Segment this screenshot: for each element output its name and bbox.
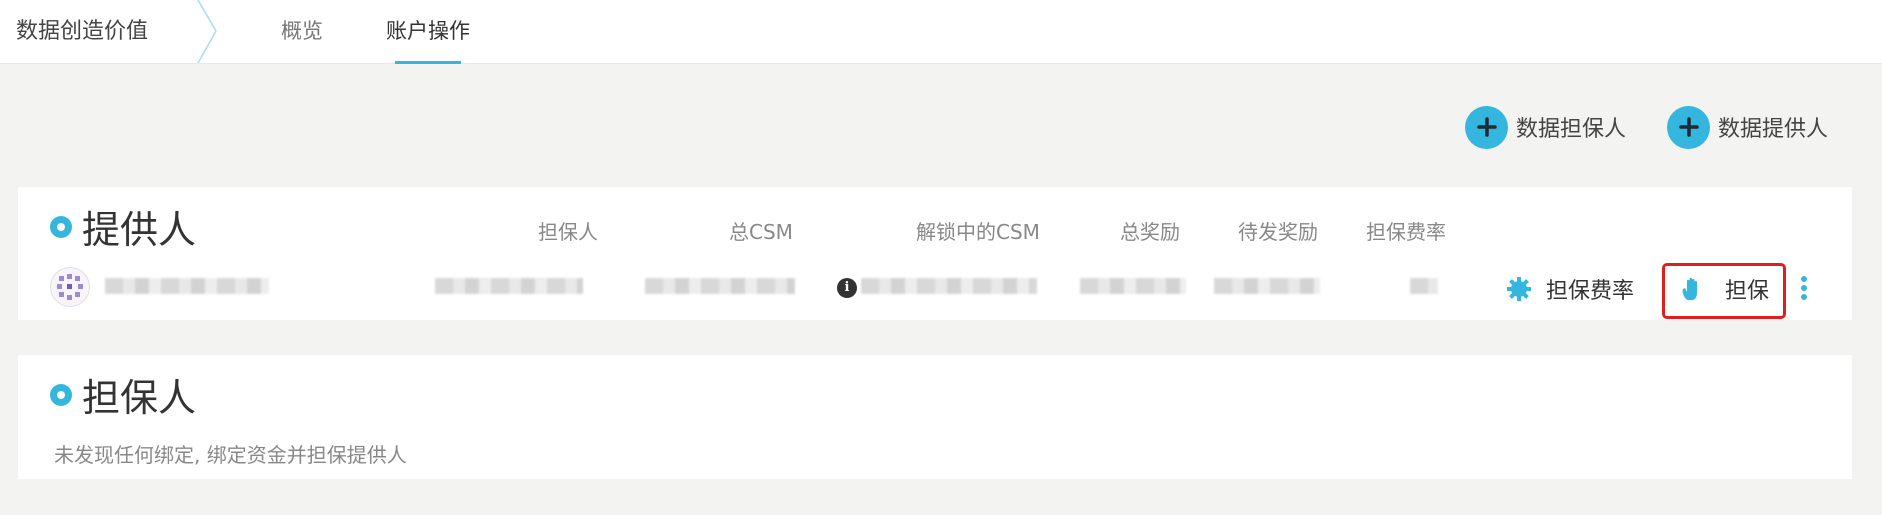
active-tab-indicator (395, 61, 461, 64)
info-icon[interactable]: i (837, 278, 857, 298)
providers-panel: 提供人 担保人 总CSM 解锁中的CSM 总奖励 待发奖励 担保费率 i 担保费… (18, 187, 1852, 320)
column-header-unlocking-csm: 解锁中的CSM (916, 220, 1040, 244)
guarantee-rate-button[interactable]: 担保费率 (1506, 271, 1634, 307)
guarantee-rate-label: 担保费率 (1546, 279, 1635, 304)
empty-state-message: 未发现任何绑定, 绑定资金并担保提供人 (54, 443, 407, 467)
avatar (50, 267, 90, 307)
providers-heading: 提供人 (50, 199, 196, 254)
tab-overview[interactable]: 概览 (281, 0, 323, 63)
guarantors-heading: 担保人 (50, 367, 196, 422)
highlight-box (1662, 263, 1786, 319)
guarantee-rate-value-redacted (1410, 278, 1438, 294)
column-header-pending-reward: 待发奖励 (1238, 220, 1318, 244)
top-nav: 数据创造价值 概览 账户操作 (0, 0, 1882, 64)
provider-address-redacted (105, 278, 269, 294)
add-guarantor-label: 数据担保人 (1516, 117, 1627, 142)
guarantors-panel: 担保人 未发现任何绑定, 绑定资金并担保提供人 (18, 355, 1852, 479)
add-guarantor-button[interactable]: 数据担保人 (1465, 104, 1626, 150)
column-header-total-csm: 总CSM (729, 220, 793, 244)
column-header-guarantee-rate: 担保费率 (1366, 220, 1446, 244)
section-dot-icon (50, 215, 72, 238)
guarantors-title: 担保人 (82, 376, 197, 420)
add-provider-label: 数据提供人 (1718, 117, 1829, 142)
section-dot-icon (50, 383, 72, 406)
total-reward-value-redacted (1080, 278, 1186, 294)
plus-icon (1667, 105, 1710, 149)
guarantor-value-redacted (435, 278, 583, 294)
tab-account-operations[interactable]: 账户操作 (386, 0, 470, 63)
unlocking-csm-value-redacted (861, 278, 1037, 294)
plus-icon (1465, 105, 1508, 149)
add-provider-button[interactable]: 数据提供人 (1667, 104, 1828, 150)
chevron-right-icon (197, 0, 217, 63)
gear-icon (1507, 277, 1531, 301)
column-header-total-reward: 总奖励 (1120, 220, 1180, 244)
column-header-guarantor: 担保人 (538, 220, 598, 244)
brand-title[interactable]: 数据创造价值 (16, 0, 148, 63)
kebab-menu-icon[interactable] (1799, 276, 1809, 304)
pending-reward-value-redacted (1214, 278, 1320, 294)
providers-title: 提供人 (82, 208, 197, 252)
total-csm-value-redacted (645, 278, 795, 294)
